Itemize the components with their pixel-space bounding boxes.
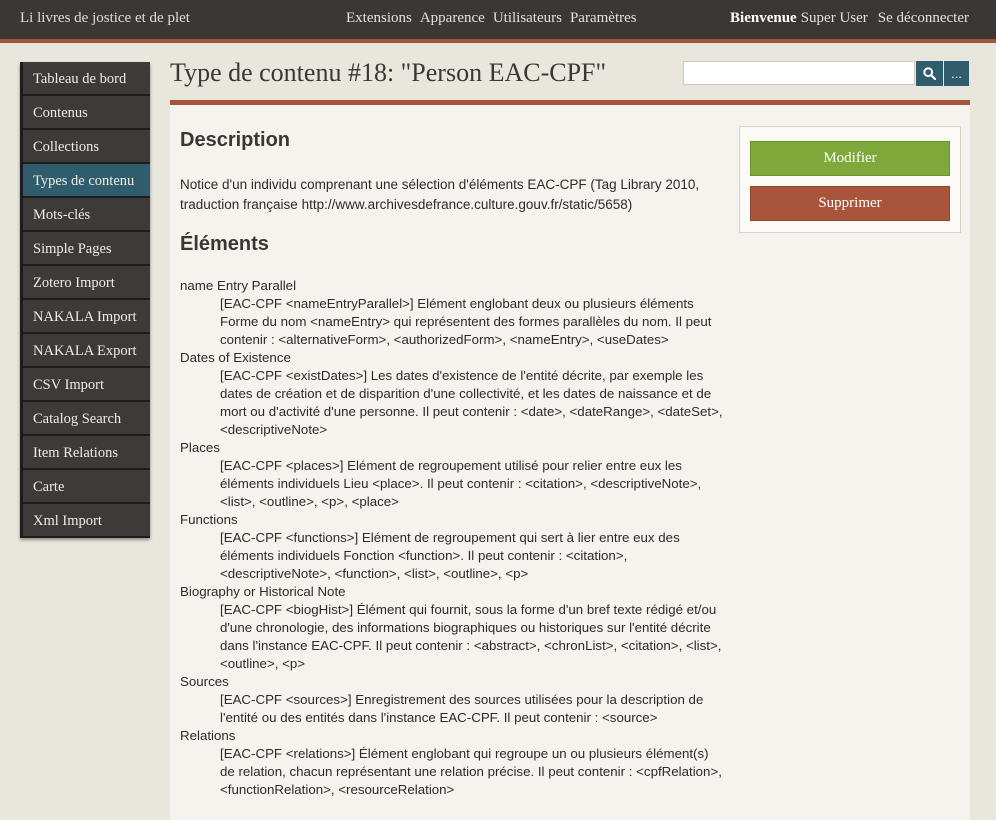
element-description: [EAC-CPF <sources>] Enregistrement des s… [220,692,704,725]
logout-link[interactable]: Se déconnecter [878,10,969,27]
sidebar-item-nakala-import[interactable]: NAKALA Import [20,300,150,334]
delete-button[interactable]: Supprimer [750,186,950,221]
sidebar-item-collections[interactable]: Collections [20,130,150,164]
description-heading: Description [180,129,291,151]
element-name: Biography or Historical Note [180,584,346,599]
sidebar-item-tableau-de-bord[interactable]: Tableau de bord [20,62,150,96]
sidebar-item-types-de-contenu[interactable]: Types de contenu [20,164,150,198]
element-description: [EAC-CPF <relations>] Élément englobant … [220,746,722,797]
sidebar-item-zotero-import[interactable]: Zotero Import [20,266,150,300]
nav-extensions[interactable]: Extensions [346,10,412,27]
username-link[interactable]: Super User [801,10,868,27]
advanced-search-button[interactable]: ... [944,61,969,86]
top-nav: Extensions Apparence Utilisateurs Paramè… [346,10,645,27]
top-bar: Li livres de jostice et de plet Extensio… [0,0,996,43]
sidebar: Tableau de bord Contenus Collections Typ… [20,62,150,538]
sidebar-item-catalog-search[interactable]: Catalog Search [20,402,150,436]
element-description: [EAC-CPF <functions>] Elément de regroup… [220,530,680,581]
element-name: Dates of Existence [180,350,291,365]
elements-list: name Entry Parallel [EAC-CPF <nameEntryP… [180,277,725,799]
element-name: Relations [180,728,236,743]
sidebar-item-carte[interactable]: Carte [20,470,150,504]
sidebar-item-contenus[interactable]: Contenus [20,96,150,130]
search-icon [923,67,936,80]
sidebar-item-nakala-export[interactable]: NAKALA Export [20,334,150,368]
element-description: [EAC-CPF <biogHist>] Élément qui fournit… [220,602,722,671]
element-name: Functions [180,512,238,527]
sidebar-item-xml-import[interactable]: Xml Import [20,504,150,538]
action-panel: Modifier Supprimer [739,126,961,233]
element-description: [EAC-CPF <nameEntryParallel>] Elément en… [220,296,712,347]
search-input[interactable] [683,61,915,85]
search-button[interactable] [916,61,943,86]
elements-heading: Éléments [180,233,269,255]
sidebar-item-item-relations[interactable]: Item Relations [20,436,150,470]
description-text: Notice d'un individu comprenant une séle… [180,177,700,212]
nav-apparence[interactable]: Apparence [420,10,485,27]
sidebar-item-simple-pages[interactable]: Simple Pages [20,232,150,266]
welcome-label: Bienvenue [730,10,797,26]
element-description: [EAC-CPF <existDates>] Les dates d'exist… [220,368,723,437]
edit-button[interactable]: Modifier [750,141,950,176]
sidebar-item-csv-import[interactable]: CSV Import [20,368,150,402]
site-title[interactable]: Li livres de jostice et de plet [20,10,190,27]
nav-parametres[interactable]: Paramètres [570,10,637,27]
page-title: Type de contenu #18: "Person EAC-CPF" [170,58,607,87]
user-nav: Bienvenue Super User Se déconnecter [730,10,969,27]
element-name: Places [180,440,220,455]
element-description: [EAC-CPF <places>] Elément de regroupeme… [220,458,702,509]
element-name: Sources [180,674,229,689]
sidebar-item-mots-cles[interactable]: Mots-clés [20,198,150,232]
element-name: name Entry Parallel [180,278,297,293]
nav-utilisateurs[interactable]: Utilisateurs [493,10,562,27]
